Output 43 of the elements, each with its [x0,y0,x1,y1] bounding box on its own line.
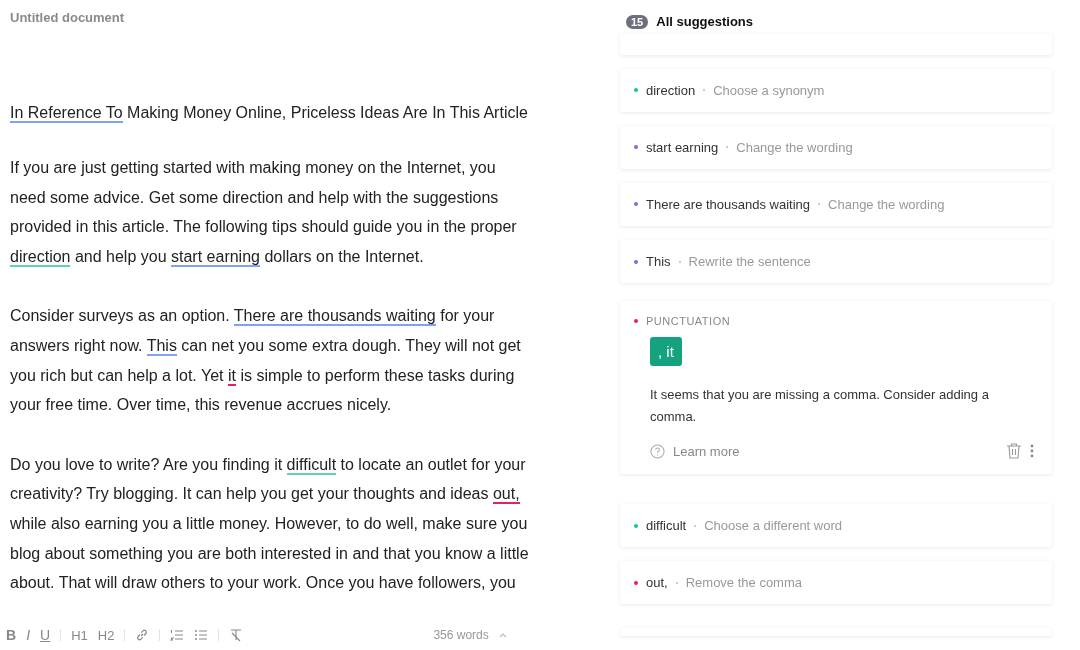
help-icon [650,443,665,459]
underline-button[interactable]: U [40,627,51,643]
suggestion-card[interactable]: out, Remove the comma [620,561,1052,605]
paragraph: Do you love to write? Are you finding it difficult to locate an outlet for your creativity? Try blogging. It can help you get your thoughts and ideas out, while also earning you a little money. However, to do well, make sure you blog about something you are both interested in and that you know a little about. That will draw others to your work. Once you have followers, you [10,454,530,594]
trash-icon[interactable] [1006,442,1022,461]
suggestion-card[interactable]: This Rewrite the sentence [620,240,1052,284]
suggestion-hint: Rewrite the sentence [688,254,811,270]
suggestion-hint: Choose a synonym [713,82,825,98]
suggestion-hint: Remove the comma [685,575,802,591]
link-icon[interactable] [135,628,150,642]
suggestion-count-badge: 15 [626,14,649,29]
suggestion-word: This [646,254,671,270]
suggestion-word: There are thousands waiting [646,197,811,212]
suggestion-word: start earning [646,139,719,155]
replacement-button[interactable]: , it [650,337,682,367]
heading-button[interactable]: H2 [97,627,115,643]
suggestion-word: direction [646,82,696,98]
suggestion-description: It seems that you are missing a comma. Consider adding a comma. [650,386,990,427]
bold-button[interactable]: B [6,627,17,643]
suggestion-hint: Change the wording [828,197,945,212]
suggestion-card[interactable]: direction Choose a synonym [620,68,1052,112]
word-count[interactable]: 356 words [433,628,489,642]
more-options-icon[interactable] [1030,443,1034,460]
paragraph: Consider surveys as an option. There are thousands waiting for your answers right now. This can net you some extra dough. They will not get you rich but can help a lot. Yet it is simple to perform these tasks during your free time. Over time, this revenue accrues nicely. [10,306,522,416]
heading-button[interactable]: H1 [71,627,88,643]
suggestion-hint: Change the wording [736,139,853,155]
suggestion-hint: Choose a different word [704,518,843,534]
panel-title: All suggestions [656,14,754,29]
suggestion-word: out, [646,575,668,591]
suggestion-word: difficult [646,518,687,534]
category-label: PUNCTUATION [646,315,731,328]
suggestion-card[interactable]: There are thousands waiting Change the wording [620,182,1052,227]
caret-icon[interactable] [498,632,507,638]
learn-more-link[interactable]: Learn more [673,443,740,459]
numbered-list-icon[interactable] [170,628,185,642]
bullet-list-icon[interactable] [194,628,209,642]
paragraph: If you are just getting started with making money on the Internet, you need some advice. Get some direction and help with the suggestions provided in this article. The following tips should guide you in the proper direction and help you start earning dollars on the Internet. [10,158,518,269]
italic-button[interactable]: I [26,627,30,643]
suggestion-card[interactable]: start earning Change the wording [620,125,1052,169]
suggestion-card[interactable]: difficult Choose a different word [620,504,1052,548]
article-heading: In Reference To Making Money Online, Priceless Ideas Are In This Article [10,103,529,123]
document-title: Untitled document [10,10,126,25]
clear-format-icon[interactable] [229,628,244,642]
